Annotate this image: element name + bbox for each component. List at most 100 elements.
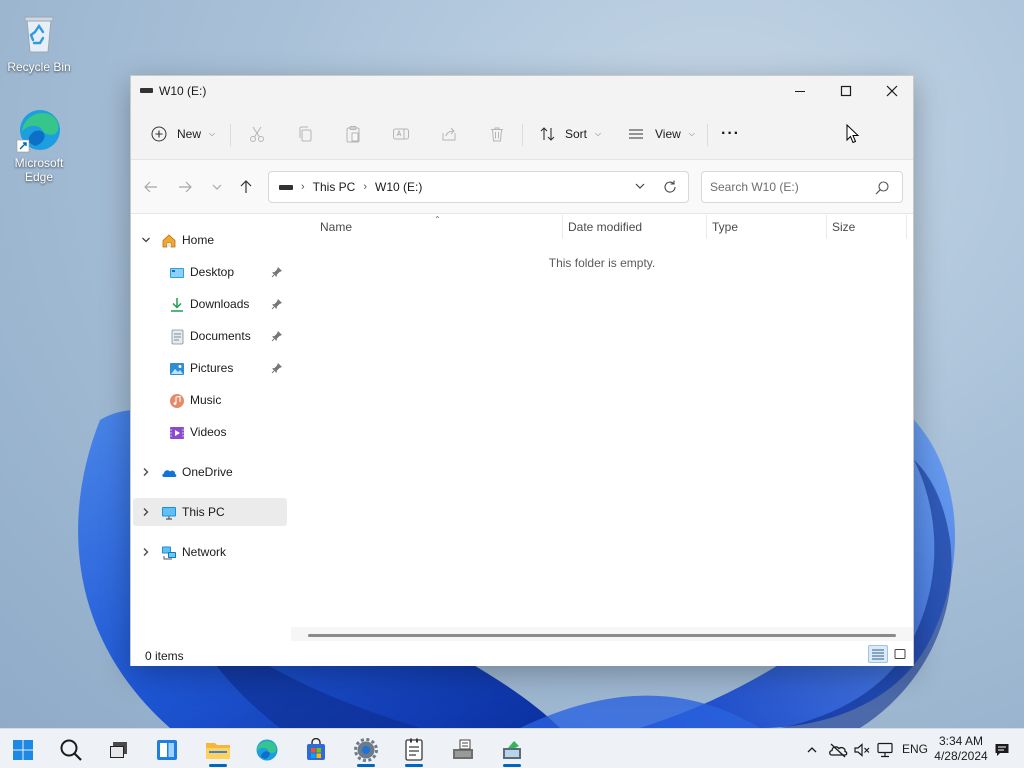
chevron-right-icon[interactable] <box>141 467 151 477</box>
address-bar[interactable]: › This PC › W10 (E:) <box>268 171 689 203</box>
toolbar-divider <box>522 124 523 146</box>
rename-button[interactable] <box>392 120 410 148</box>
chevron-down-icon <box>212 184 222 190</box>
file-explorer-window: W10 (E:) New ⌵ Sort ⌵ View ⌵ ··· › This … <box>130 75 914 666</box>
forward-button[interactable] <box>173 173 197 201</box>
trash-icon <box>491 127 503 142</box>
item-count: 0 items <box>145 649 184 663</box>
cut-button[interactable] <box>248 120 266 148</box>
taskbar-app-extra[interactable] <box>492 733 532 767</box>
copy-button[interactable] <box>296 120 314 148</box>
file-list-pane[interactable]: ⌃ Name Date modified Type Size This fold… <box>291 215 913 641</box>
chevron-right-icon[interactable] <box>141 507 151 517</box>
column-divider[interactable] <box>906 215 907 239</box>
sidebar-item-label: Network <box>182 545 227 559</box>
more-options-button[interactable]: ··· <box>721 120 740 148</box>
running-indicator <box>209 764 227 767</box>
sidebar-item-desktop[interactable]: Desktop <box>133 258 287 286</box>
folder-icon <box>206 743 230 759</box>
back-button[interactable] <box>139 173 163 201</box>
installer-icon <box>453 739 473 759</box>
sidebar-item-network[interactable]: Network <box>133 538 287 566</box>
sidebar-item-music[interactable]: Music <box>133 386 287 414</box>
sidebar-item-documents[interactable]: Documents <box>133 322 287 350</box>
taskbar-search-button[interactable] <box>51 733 91 767</box>
minimize-button[interactable] <box>777 76 823 106</box>
column-header-name[interactable]: Name <box>320 220 352 234</box>
sidebar-item-onedrive[interactable]: OneDrive <box>133 458 287 486</box>
address-dropdown-button[interactable] <box>634 180 646 195</box>
toolbar-divider <box>707 124 708 146</box>
breadcrumb-this-pc[interactable]: This PC <box>313 180 356 194</box>
sidebar-item-pictures[interactable]: Pictures <box>133 354 287 382</box>
chevron-down-icon[interactable] <box>141 235 151 245</box>
large-icons-view-icon <box>894 649 906 659</box>
pin-icon <box>271 363 282 374</box>
input-language-indicator[interactable]: ENG <box>902 742 928 756</box>
network-disconnected-icon <box>877 742 893 758</box>
volume-button[interactable] <box>850 733 874 767</box>
recent-locations-button[interactable] <box>205 173 229 201</box>
edge-icon <box>15 106 63 154</box>
search-box[interactable]: Search W10 (E:) <box>701 171 903 203</box>
column-divider[interactable] <box>826 215 827 239</box>
app-icon <box>503 741 521 759</box>
chevron-right-icon[interactable] <box>141 547 151 557</box>
paste-button[interactable] <box>344 120 362 148</box>
tiles-view-button[interactable] <box>890 645 910 663</box>
taskbar-app-installer[interactable] <box>443 733 483 767</box>
sidebar-item-label: Home <box>182 233 215 247</box>
sort-button[interactable]: Sort ⌵ <box>539 120 601 148</box>
taskbar-settings[interactable] <box>346 733 386 767</box>
taskbar-notepad[interactable] <box>394 733 434 767</box>
refresh-button[interactable] <box>662 179 678 198</box>
taskbar-file-explorer[interactable] <box>198 733 238 767</box>
view-list-icon <box>629 129 643 139</box>
sidebar-item-home[interactable]: Home <box>133 226 287 254</box>
sort-ascending-icon: ⌃ <box>434 215 441 224</box>
task-view-button[interactable] <box>99 733 139 767</box>
chevron-up-icon <box>807 747 817 753</box>
column-divider[interactable] <box>562 215 563 239</box>
widgets-button[interactable] <box>147 733 187 767</box>
delete-button[interactable] <box>488 120 506 148</box>
notifications-button[interactable] <box>990 733 1014 767</box>
windows-logo-icon <box>13 740 33 760</box>
desktop-icon-recycle-bin[interactable]: Recycle Bin <box>1 10 77 74</box>
sidebar-item-downloads[interactable]: Downloads <box>133 290 287 318</box>
desktop-icon-microsoft-edge[interactable]: Microsoft Edge <box>1 106 77 184</box>
column-header-type[interactable]: Type <box>712 220 738 234</box>
window-title: W10 (E:) <box>159 84 207 98</box>
sort-icon <box>540 127 555 141</box>
view-label: View <box>655 127 681 141</box>
maximize-button[interactable] <box>823 76 869 106</box>
up-button[interactable] <box>234 173 258 201</box>
share-button[interactable] <box>440 120 458 148</box>
breadcrumb-current[interactable]: W10 (E:) <box>375 180 422 194</box>
taskbar-edge[interactable] <box>247 733 287 767</box>
minimize-icon <box>795 91 805 92</box>
clock[interactable]: 3:34 AM 4/28/2024 <box>932 734 990 764</box>
sidebar-item-label: Downloads <box>190 297 250 311</box>
onedrive-tray-button[interactable] <box>826 733 850 767</box>
taskbar-store[interactable] <box>296 733 336 767</box>
network-tray-button[interactable] <box>873 733 897 767</box>
column-divider[interactable] <box>706 215 707 239</box>
sidebar-item-this-pc[interactable]: This PC <box>133 498 287 526</box>
arrow-up-icon <box>240 180 252 193</box>
desktop-folder-icon <box>170 268 184 278</box>
title-bar[interactable]: W10 (E:) <box>131 76 913 106</box>
sidebar-item-label: Music <box>190 393 222 407</box>
horizontal-scrollbar-thumb[interactable] <box>308 634 896 637</box>
start-button[interactable] <box>3 733 43 767</box>
show-hidden-icons-button[interactable] <box>800 733 824 767</box>
details-view-button[interactable] <box>868 645 888 663</box>
new-button[interactable]: New ⌵ <box>151 120 215 148</box>
close-button[interactable] <box>869 76 915 106</box>
sidebar-item-videos[interactable]: Videos <box>133 418 287 446</box>
column-header-date-modified[interactable]: Date modified <box>568 220 642 234</box>
view-button[interactable]: View ⌵ <box>627 120 695 148</box>
chevron-right-icon: › <box>363 181 368 193</box>
sidebar-item-label: This PC <box>182 505 225 519</box>
column-header-size[interactable]: Size <box>832 220 855 234</box>
